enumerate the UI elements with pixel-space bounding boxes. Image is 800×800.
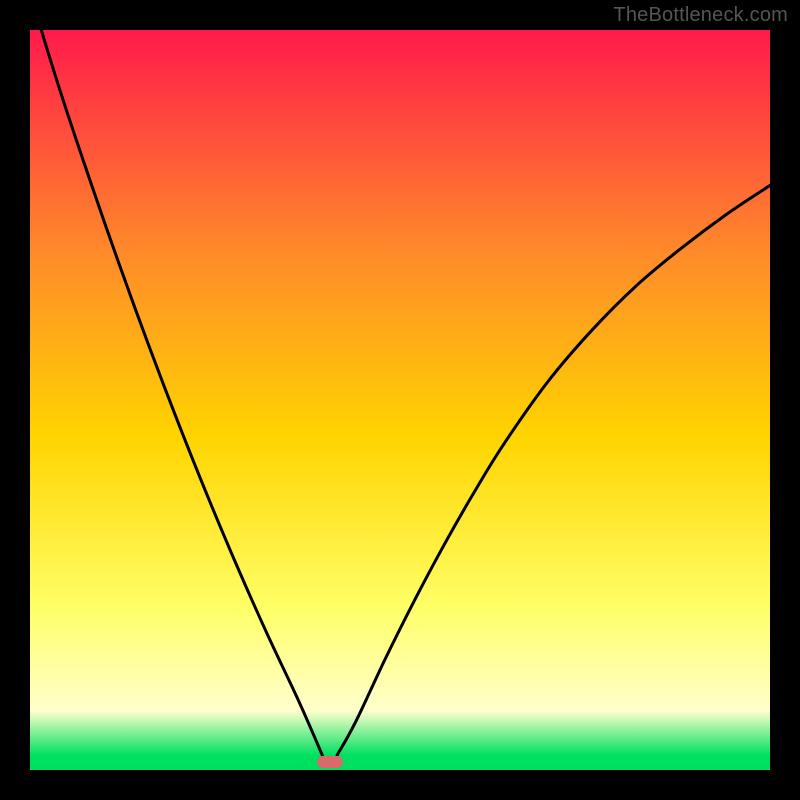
watermark-text: TheBottleneck.com — [613, 4, 788, 27]
optimum-marker — [317, 756, 343, 768]
chart-frame: TheBottleneck.com — [0, 0, 800, 800]
gradient-and-curves — [30, 30, 770, 770]
gradient-background — [30, 30, 770, 770]
plot-area — [30, 30, 770, 770]
